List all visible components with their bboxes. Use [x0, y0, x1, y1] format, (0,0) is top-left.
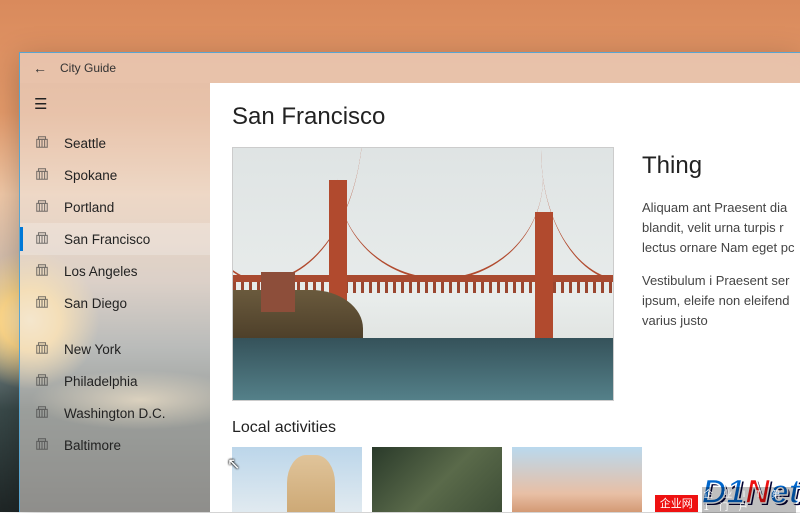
city-icon — [34, 167, 50, 184]
aside-p1: Aliquam ant Praesent dia blandit, velit … — [642, 198, 800, 258]
watermark-sub: 企 业 I T 第 1 门 户 — [702, 487, 796, 513]
sidebar-item-label: Spokane — [64, 168, 117, 183]
city-icon — [34, 295, 50, 312]
activity-thumb[interactable] — [372, 447, 502, 512]
city-icon — [34, 341, 50, 358]
activity-thumb[interactable] — [232, 447, 362, 512]
aside-heading: Thing — [642, 147, 800, 184]
watermark-red: 企业网 — [655, 495, 698, 512]
sidebar-item-label: Los Angeles — [64, 264, 138, 279]
sidebar-item-portland[interactable]: Portland — [20, 191, 210, 223]
sidebar-item-label: San Diego — [64, 296, 127, 311]
watermark: 企业网 D1Net 企 业 I T 第 1 门 户 — [655, 473, 800, 512]
city-icon — [34, 373, 50, 390]
aside-text: Thing Aliquam ant Praesent dia blandit, … — [642, 147, 800, 343]
city-icon — [34, 199, 50, 216]
titlebar: ← City Guide — [20, 53, 800, 83]
nav-list: Seattle Spokane Portland San Francisco Los A… — [20, 127, 210, 461]
sidebar-item-spokane[interactable]: Spokane — [20, 159, 210, 191]
page-title: San Francisco — [232, 103, 800, 131]
city-icon — [34, 437, 50, 454]
sidebar-item-label: Philadelphia — [64, 374, 138, 389]
sidebar-item-baltimore[interactable]: Baltimore — [20, 429, 210, 461]
sidebar-item-label: San Francisco — [64, 232, 150, 247]
client-area: ☰ Seattle Spokane Portland San Francisco Los… — [20, 83, 800, 512]
aside-p2: Vestibulum i Praesent ser ipsum, eleife … — [642, 271, 800, 331]
sidebar-item-label: New York — [64, 342, 121, 357]
sidebar-item-washington-d-c-[interactable]: Washington D.C. — [20, 397, 210, 429]
sidebar-item-label: Baltimore — [64, 438, 121, 453]
hamburger-button[interactable]: ☰ — [20, 83, 210, 127]
back-button[interactable]: ← — [20, 53, 60, 83]
app-window: ← City Guide ☰ Seattle Spokane Portland San… — [19, 52, 800, 512]
sidebar-item-san-diego[interactable]: San Diego — [20, 287, 210, 319]
sidebar: ☰ Seattle Spokane Portland San Francisco Los… — [20, 83, 210, 512]
window-title: City Guide — [60, 61, 116, 75]
city-icon — [34, 263, 50, 280]
city-icon — [34, 231, 50, 248]
city-icon — [34, 135, 50, 152]
activity-thumb[interactable] — [512, 447, 642, 512]
city-icon — [34, 405, 50, 422]
sidebar-item-philadelphia[interactable]: Philadelphia — [20, 365, 210, 397]
hero-row: Thing Aliquam ant Praesent dia blandit, … — [232, 147, 800, 401]
sidebar-item-label: Portland — [64, 200, 114, 215]
content-pane: San Francisco Thing Aliquam ant Praesent… — [210, 83, 800, 512]
section-local-activities: Local activities — [232, 419, 800, 437]
sidebar-item-san-francisco[interactable]: San Francisco — [20, 223, 210, 255]
sidebar-item-los-angeles[interactable]: Los Angeles — [20, 255, 210, 287]
sidebar-item-label: Washington D.C. — [64, 406, 166, 421]
hero-image — [232, 147, 614, 401]
sidebar-item-label: Seattle — [64, 136, 106, 151]
sidebar-item-seattle[interactable]: Seattle — [20, 127, 210, 159]
sidebar-item-new-york[interactable]: New York — [20, 333, 210, 365]
